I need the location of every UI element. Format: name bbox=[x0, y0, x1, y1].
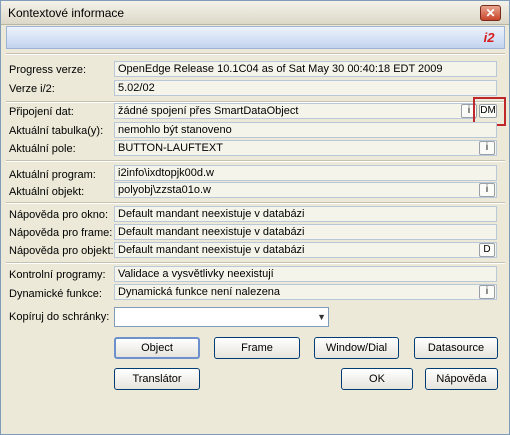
datasource-button[interactable]: Datasource bbox=[414, 337, 498, 359]
help-frame-label: Nápověda pro frame: bbox=[9, 227, 113, 239]
copy-to-clipboard-select[interactable]: ▼ bbox=[114, 307, 329, 327]
current-field-label: Aktuální pole: bbox=[9, 143, 76, 155]
current-table-label: Aktuální tabulka(y): bbox=[9, 125, 104, 137]
translator-button[interactable]: Translátor bbox=[114, 368, 200, 390]
window-title: Kontextové informace bbox=[8, 6, 125, 20]
title-bar[interactable]: Kontextové informace ✕ bbox=[1, 1, 509, 25]
current-field-field: BUTTON-LAUFTEXT bbox=[114, 140, 497, 156]
i2-logo-icon: i2 bbox=[483, 30, 495, 45]
dynamic-functions-field: Dynamická funkce není nalezena bbox=[114, 284, 497, 300]
separator bbox=[6, 262, 505, 264]
help-button[interactable]: Nápověda bbox=[425, 368, 498, 390]
progress-version-field: OpenEdge Release 10.1C04 as of Sat May 3… bbox=[114, 61, 497, 77]
object-button[interactable]: Object bbox=[114, 337, 200, 359]
progress-version-label: Progress verze: bbox=[9, 64, 87, 76]
dynamic-functions-info-button[interactable]: i bbox=[479, 285, 495, 299]
frame-button[interactable]: Frame bbox=[214, 337, 300, 359]
help-object-label: Nápověda pro objekt: bbox=[9, 245, 114, 257]
close-icon[interactable]: ✕ bbox=[480, 5, 501, 21]
current-table-field: nemohlo být stanoveno bbox=[114, 122, 497, 138]
control-programs-field: Validace a vysvětlivky neexistují bbox=[114, 266, 497, 282]
chevron-down-icon[interactable]: ▼ bbox=[317, 312, 326, 322]
context-info-window: Kontextové informace ✕ i2 Progress verze… bbox=[0, 0, 510, 435]
separator bbox=[6, 53, 505, 55]
help-window-field: Default mandant neexistuje v databázi bbox=[114, 206, 497, 222]
current-object-info-button[interactable]: i bbox=[479, 183, 495, 197]
control-programs-label: Kontrolní programy: bbox=[9, 269, 106, 281]
help-frame-field: Default mandant neexistuje v databázi bbox=[114, 224, 497, 240]
copy-to-clipboard-label: Kopíruj do schránky: bbox=[9, 311, 110, 323]
ok-button[interactable]: OK bbox=[341, 368, 413, 390]
current-object-label: Aktuální objekt: bbox=[9, 186, 85, 198]
help-object-field: Default mandant neexistuje v databázi bbox=[114, 242, 497, 258]
help-window-label: Nápověda pro okno: bbox=[9, 209, 109, 221]
header-banner: i2 bbox=[6, 26, 505, 49]
separator bbox=[6, 202, 505, 204]
current-program-label: Aktuální program: bbox=[9, 169, 96, 181]
current-object-field: polyobj\zzsta01o.w bbox=[114, 182, 497, 198]
current-program-field: i2info\ixdtopjk00d.w bbox=[114, 165, 497, 181]
data-connection-field: žádné spojení přes SmartDataObject bbox=[114, 103, 476, 119]
window-dial-button[interactable]: Window/Dial bbox=[314, 337, 399, 359]
i2-version-label: Verze i/2: bbox=[9, 83, 55, 95]
i2-version-field: 5.02/02 bbox=[114, 80, 497, 96]
dynamic-functions-label: Dynamické funkce: bbox=[9, 288, 102, 300]
help-object-d-button[interactable]: D bbox=[479, 243, 495, 257]
separator bbox=[6, 160, 505, 162]
data-connection-label: Připojení dat: bbox=[9, 106, 74, 118]
current-field-info-button[interactable]: i bbox=[479, 141, 495, 155]
